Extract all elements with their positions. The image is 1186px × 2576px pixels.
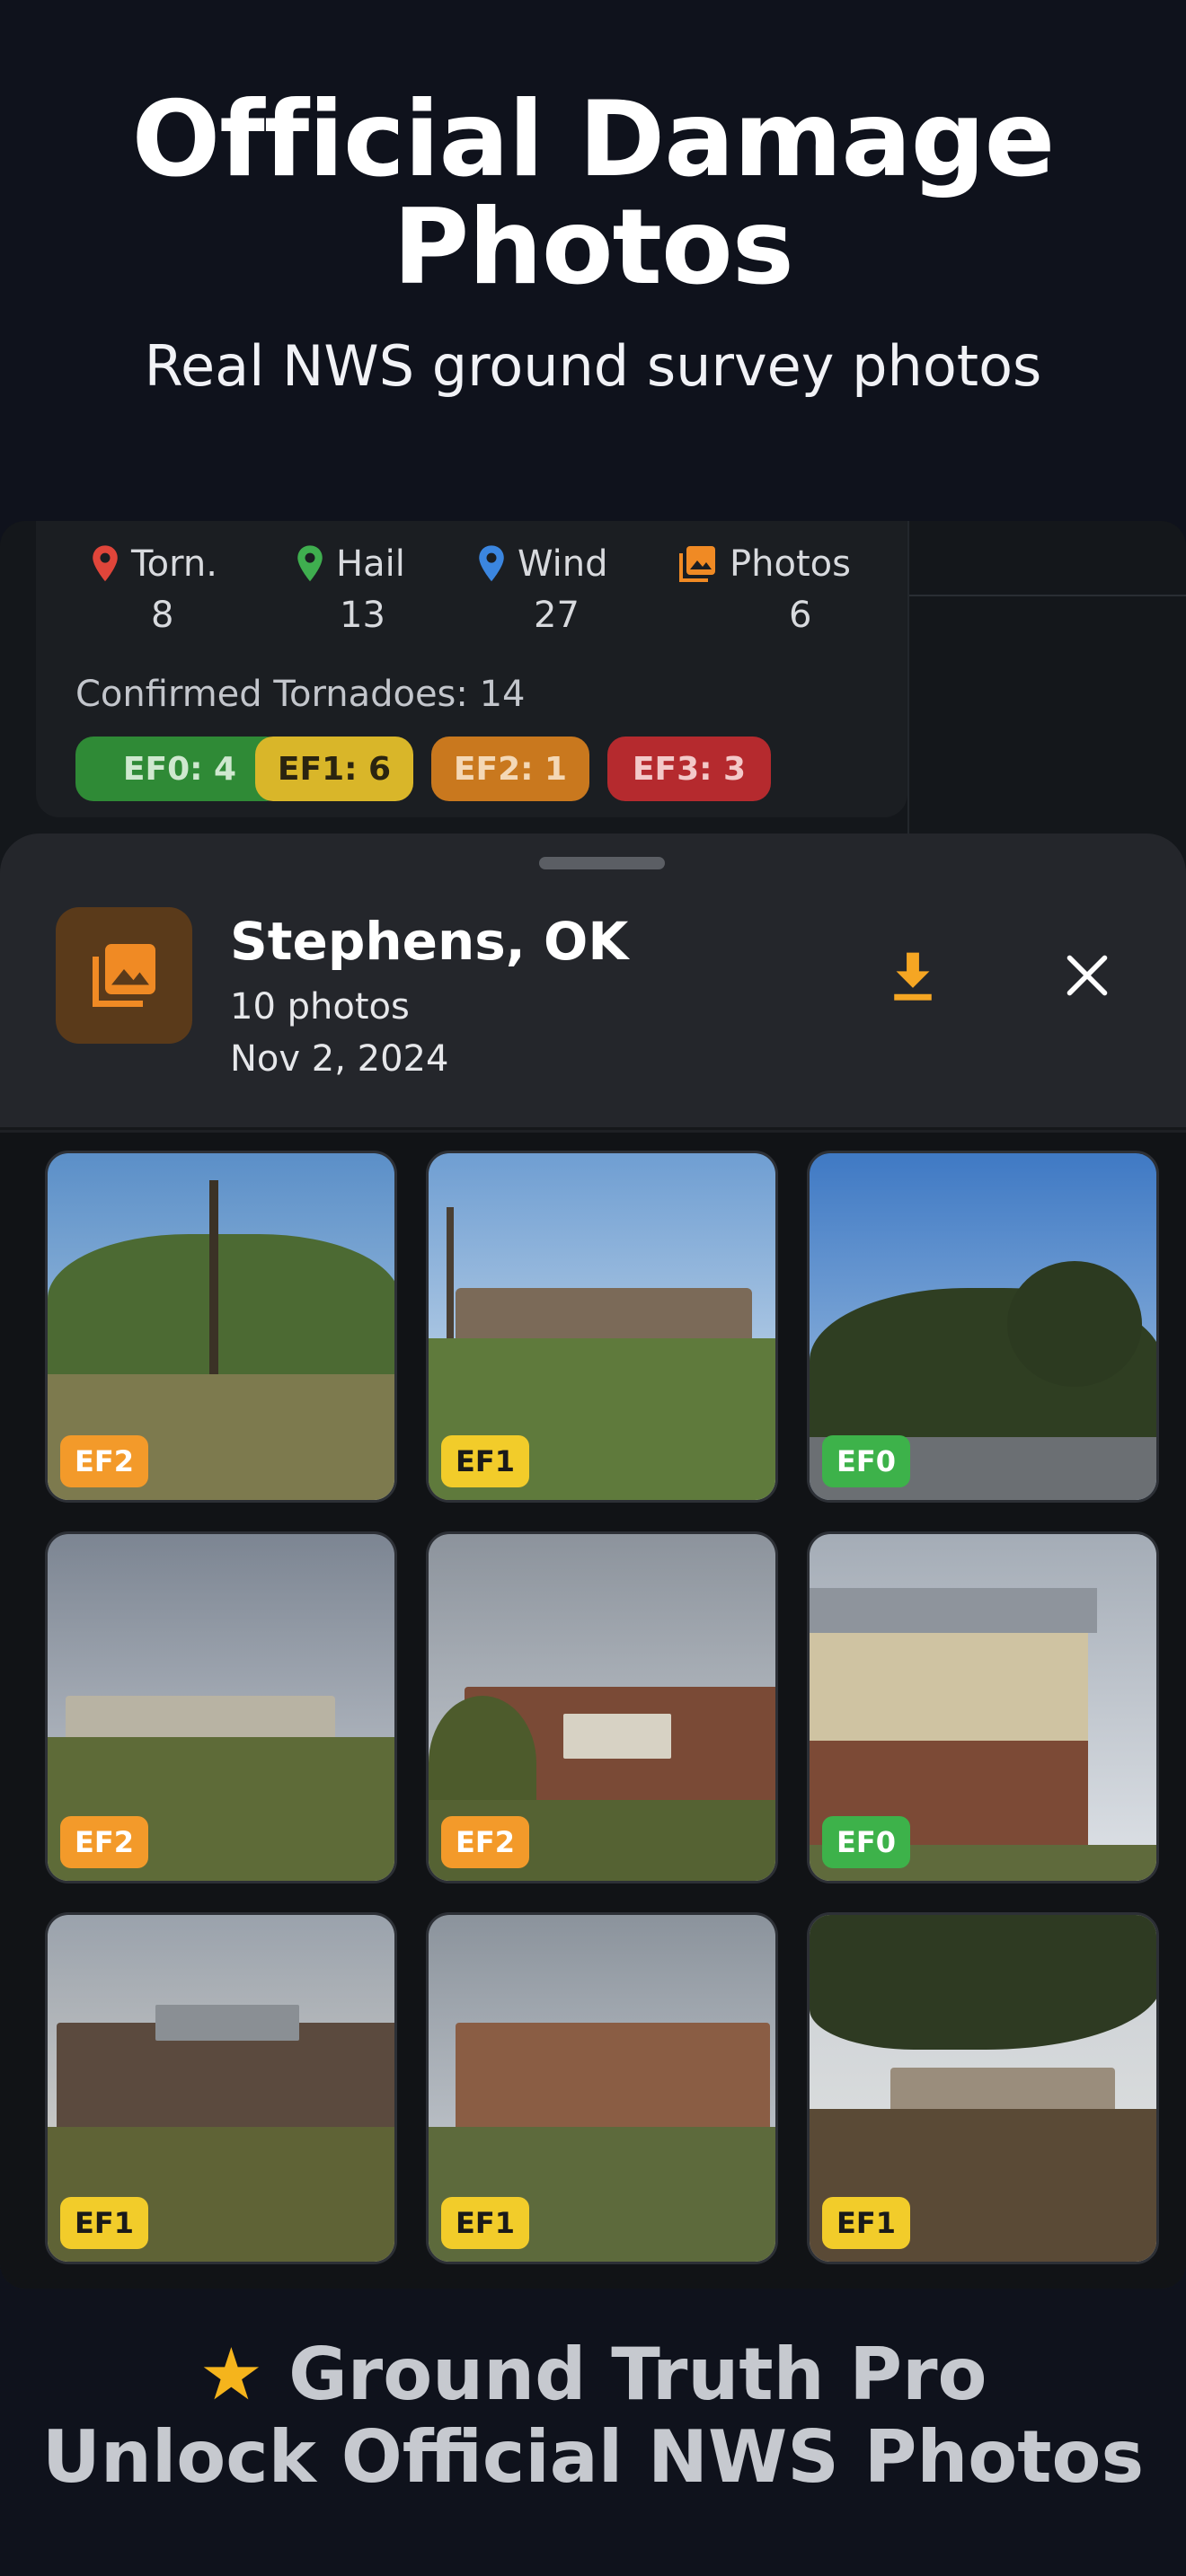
hero-title: Official Damage Photos	[0, 86, 1186, 302]
stat-hail[interactable]: Hail 13	[295, 539, 447, 656]
pill-label: EF0: 4	[122, 750, 237, 788]
photo-grid: EF2 EF1 EF0 EF2 EF2 EF0 EF1 EF1 EF1	[0, 1133, 1186, 2289]
photos-icon	[679, 546, 715, 582]
stat-label: Photos	[730, 543, 851, 585]
stat-value: 13	[340, 595, 385, 636]
photo-thumbnail[interactable]: EF2	[426, 1531, 778, 1883]
photo-thumbnail[interactable]: EF2	[45, 1151, 397, 1503]
hero-title-line1: Official Damage	[131, 79, 1056, 200]
ef-rating-badge: EF1	[441, 1435, 529, 1487]
sheet-grabber[interactable]	[539, 857, 665, 869]
stat-value: 27	[534, 595, 580, 636]
hail-pin-icon	[297, 545, 323, 582]
stat-photos[interactable]: Photos 6	[676, 539, 882, 656]
close-icon	[1067, 955, 1108, 996]
hero-subtitle: Real NWS ground survey photos	[144, 333, 1042, 399]
pill-label: EF3: 3	[632, 750, 747, 788]
stat-tornado[interactable]: Torn. 8	[90, 539, 243, 656]
ef3-count-pill[interactable]: EF3: 3	[607, 737, 771, 801]
ef-rating-badge: EF1	[822, 2197, 910, 2249]
photo-thumbnail[interactable]: EF0	[807, 1151, 1159, 1503]
photo-thumbnail[interactable]: EF1	[426, 1151, 778, 1503]
photo-count: 10 photos	[230, 986, 410, 1028]
stat-value: 8	[151, 595, 174, 636]
ef-rating-badge: EF2	[441, 1816, 529, 1868]
stats-card: Torn. 8 Hail 13 Wind 27 Photos 6 Confirm…	[36, 521, 907, 817]
photo-album-icon	[56, 907, 192, 1044]
download-button[interactable]	[877, 940, 949, 1011]
photo-thumbnail[interactable]: EF1	[45, 1912, 397, 2264]
stat-label: Hail	[336, 543, 405, 585]
star-icon: ★	[199, 2333, 264, 2416]
hero-title-line2: Photos	[393, 187, 793, 308]
location-title: Stephens, OK	[230, 911, 629, 972]
wind-pin-icon	[479, 545, 504, 582]
photo-thumbnail[interactable]: EF1	[426, 1912, 778, 2264]
ef1-count-pill[interactable]: EF1: 6	[255, 737, 413, 801]
stat-label: Wind	[518, 543, 608, 585]
stat-wind[interactable]: Wind 27	[476, 539, 638, 656]
ef-rating-badge: EF2	[60, 1435, 148, 1487]
app-screen: Torn. 8 Hail 13 Wind 27 Photos 6 Confirm…	[0, 521, 1186, 2289]
stat-label: Torn.	[131, 543, 217, 585]
ef-rating-badge: EF2	[60, 1816, 148, 1868]
survey-date: Nov 2, 2024	[230, 1038, 449, 1080]
photo-thumbnail[interactable]: EF1	[807, 1912, 1159, 2264]
ef-rating-badge: EF0	[822, 1816, 910, 1868]
stat-value: 6	[789, 595, 812, 636]
tornado-pin-icon	[93, 545, 118, 582]
photo-thumbnail[interactable]: EF0	[807, 1531, 1159, 1883]
footer-title-text: Ground Truth Pro	[288, 2333, 987, 2416]
ef2-count-pill[interactable]: EF2: 1	[431, 737, 589, 801]
photo-thumbnail[interactable]: EF2	[45, 1531, 397, 1883]
ef0-count-pill[interactable]: EF0: 4	[75, 737, 284, 801]
footer-subtitle: Unlock Official NWS Photos	[41, 2415, 1145, 2499]
photo-bottom-sheet: Stephens, OK 10 photos Nov 2, 2024 EF2 EF…	[0, 834, 1186, 2289]
sheet-header: Stephens, OK 10 photos Nov 2, 2024	[0, 834, 1186, 1130]
ef-rating-badge: EF1	[60, 2197, 148, 2249]
pill-label: EF1: 6	[277, 750, 392, 788]
footer-title: ★ Ground Truth Pro	[0, 2332, 1186, 2418]
confirmed-tornadoes-label: Confirmed Tornadoes: 14	[75, 674, 526, 715]
ef-rating-badge: EF0	[822, 1435, 910, 1487]
ef-rating-badge: EF1	[441, 2197, 529, 2249]
pill-label: EF2: 1	[453, 750, 568, 788]
close-button[interactable]	[1051, 940, 1123, 1011]
download-icon	[894, 952, 932, 1001]
